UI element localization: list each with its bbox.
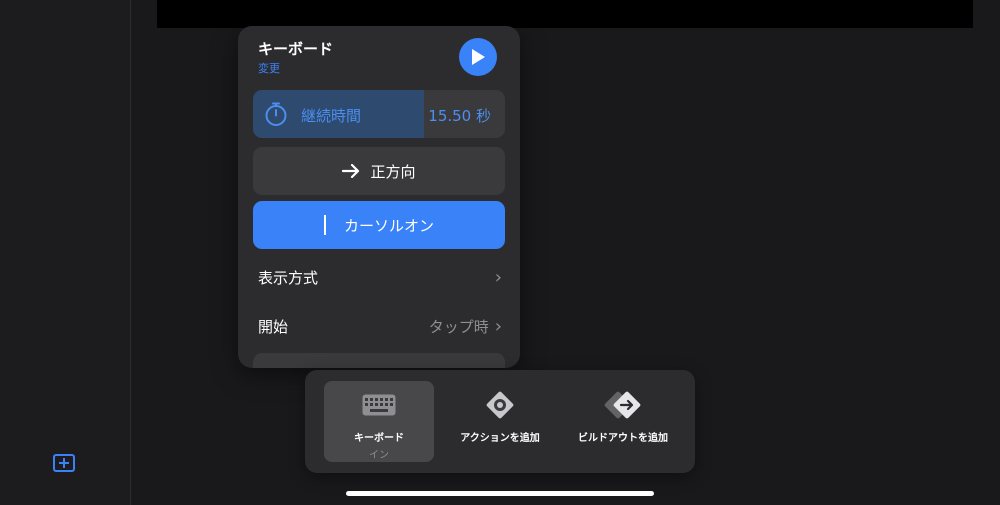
plus-icon [59,458,69,468]
home-indicator [346,491,654,496]
chevron-right-icon: › [494,315,502,337]
cursor-label: カーソルオン [343,216,434,235]
slide-preview[interactable] [157,0,973,28]
add-build-out-item[interactable]: ビルドアウトを追加 [563,381,683,462]
play-icon [472,49,485,65]
duration-value: 15.50 秒 [428,107,491,125]
direction-label: 正方向 [370,162,416,181]
duration-slider[interactable]: 継続時間 15.50 秒 [253,90,505,138]
popover-title: キーボード [258,40,334,58]
cursor-toggle-button[interactable]: カーソルオン [253,201,505,249]
cursor-icon [323,215,326,235]
stopwatch-icon [265,102,287,126]
action-diamond-icon [486,391,514,419]
add-action-item[interactable]: アクションを追加 [445,381,555,462]
keyboard-build-item[interactable]: キーボード イン [324,381,434,462]
start-label: 開始 [258,317,289,336]
build-out-icon [604,391,641,419]
add-slide-button[interactable] [53,454,75,472]
delivery-label: 表示方式 [258,268,319,287]
direction-button[interactable]: 正方向 [253,147,505,195]
add-build-out-label: ビルドアウトを追加 [578,433,668,444]
duration-label: 継続時間 [301,107,362,125]
build-toolbar: キーボード イン アクションを追加 ビルドアウトを追加 [305,370,695,473]
keyboard-build-sublabel: イン [369,450,389,461]
change-effect-link[interactable]: 変更 [258,60,280,76]
start-row[interactable]: 開始 タップ時 › [258,314,502,338]
keyboard-build-label: キーボード [354,433,404,444]
preview-play-button[interactable] [459,38,497,76]
chevron-right-icon: › [494,266,502,288]
delivery-row[interactable]: 表示方式 › [258,265,502,289]
keyboard-icon [362,394,396,416]
start-value: タップ時 [428,317,489,336]
arrow-right-icon [342,164,360,178]
animation-popover: キーボード 変更 継続時間 15.50 秒 正方向 カーソルオン 表示方式 › … [238,26,520,368]
next-option-row[interactable] [253,353,505,368]
add-action-label: アクションを追加 [460,433,540,444]
slide-navigator [0,0,131,505]
